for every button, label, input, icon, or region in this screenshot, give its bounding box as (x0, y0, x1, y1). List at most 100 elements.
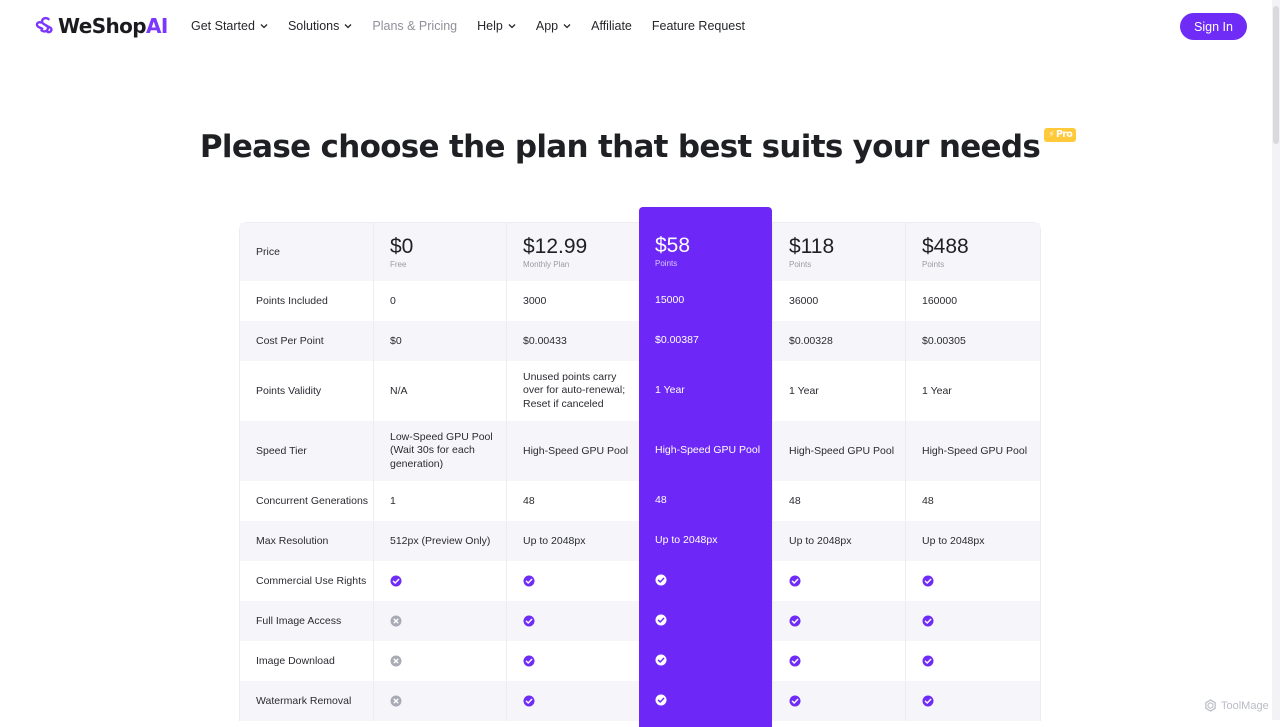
row-label-text: Speed Tier (256, 445, 307, 457)
row-label-text: Image Download (256, 655, 335, 667)
check-circle-icon (523, 615, 535, 627)
plan-price-subtitle: Points (789, 260, 812, 269)
page-title: Please choose the plan that best suits y… (199, 128, 1077, 166)
plan-value-cell: 15000 (639, 280, 772, 320)
plan-value-cell (639, 680, 772, 720)
check-circle-icon (655, 614, 667, 626)
check-circle-icon (789, 615, 801, 627)
nav-solutions[interactable]: Solutions (288, 19, 352, 33)
page-scrollbar[interactable] (1272, 0, 1280, 720)
row-label: Watermark Removal (240, 681, 373, 721)
plan-value-text: 1 (390, 495, 396, 507)
plan-price-subtitle: Monthly Plan (523, 260, 570, 269)
plan-value-text: $0.00387 (655, 334, 699, 346)
plan-price-cell: $118 Points (772, 223, 905, 281)
scrollbar-thumb[interactable] (1273, 6, 1279, 144)
check-circle-icon (922, 655, 934, 667)
plan-value-cell: N/A (373, 361, 506, 421)
nav-label: Feature Request (651, 19, 745, 33)
row-label-text: Points Included (256, 295, 328, 307)
plan-value-cell: 1 Year (639, 360, 772, 420)
row-label: Points Validity (240, 361, 373, 421)
plan-price: $118 (789, 235, 835, 258)
plan-value-cell: 160000 (905, 281, 1038, 321)
plan-value-text: 1 Year (789, 385, 819, 397)
nav-label: App (535, 19, 559, 33)
plan-value-cell: 48 (506, 481, 639, 521)
lightning-icon: ⚡ (1048, 130, 1055, 140)
nav-get-started[interactable]: Get Started (191, 19, 268, 33)
row-label: Concurrent Generations (240, 481, 373, 521)
row-label: Max Resolution (240, 521, 373, 561)
nav-help[interactable]: Help (477, 19, 516, 33)
plan-price: $58 (655, 234, 691, 257)
plan-value-text: 15000 (655, 294, 685, 306)
plan-value-cell: 36000 (772, 281, 905, 321)
plan-value-cell (373, 561, 506, 601)
row-label: Price (240, 223, 373, 281)
row-label-text: Price (256, 246, 280, 258)
plan-price: $0 (390, 235, 414, 258)
chevron-down-icon (260, 24, 268, 29)
plan-value-cell: 48 (772, 481, 905, 521)
nav-app[interactable]: App (536, 19, 571, 33)
plan-value-cell: Up to 2048px (905, 521, 1038, 561)
plan-value-cell: $0.00305 (905, 321, 1038, 361)
plan-value-cell: 1 Year (772, 361, 905, 421)
plan-value-cell: High-Speed GPU Pool (905, 421, 1038, 481)
row-label-text: Full Image Access (256, 615, 342, 627)
nav-label: Help (477, 19, 503, 33)
plan-value-cell: Up to 2048px (772, 521, 905, 561)
check-circle-icon (922, 575, 934, 587)
plan-value-cell (772, 681, 905, 721)
plan-value-cell (373, 601, 506, 641)
plan-value-cell: $0.00328 (772, 321, 905, 361)
plan-price-cell: $0 Free (373, 223, 506, 281)
chevron-down-icon (563, 24, 571, 29)
check-circle-icon (523, 695, 535, 707)
plan-value-cell (772, 561, 905, 601)
plan-value-cell: $0.00387 (639, 320, 772, 360)
plan-value-text: Up to 2048px (523, 535, 586, 547)
row-label-text: Commercial Use Rights (256, 575, 367, 587)
nav-affiliate[interactable]: Affiliate (591, 19, 632, 33)
plan-value-text: 1 Year (922, 385, 952, 397)
plan-price-cell: $58 Points (639, 222, 772, 280)
chevron-down-icon (344, 24, 352, 29)
plan-value-cell: Up to 2048px (639, 520, 772, 560)
plan-price-subtitle: Free (390, 260, 407, 269)
row-label: Speed Tier (240, 421, 373, 481)
page-title-text: Please choose the plan that best suits y… (199, 129, 1041, 165)
row-label: Cost Per Point (240, 321, 373, 361)
check-circle-icon (789, 655, 801, 667)
nav-label: Solutions (287, 19, 340, 33)
plan-value-cell (639, 640, 772, 680)
nav-plans-pricing[interactable]: Plans & Pricing (372, 19, 457, 33)
pro-badge: ⚡ Pro (1044, 128, 1077, 142)
plan-value-text: $0.00433 (523, 335, 567, 347)
plan-value-text: 48 (922, 495, 934, 507)
nav-feature-request[interactable]: Feature Request (652, 19, 745, 33)
plan-value-cell: 1 (373, 481, 506, 521)
plan-value-cell: Up to 2048px (506, 521, 639, 561)
plan-value-cell: High-Speed GPU Pool (772, 421, 905, 481)
plan-value-text: 1 Year (655, 384, 685, 396)
row-label-text: Cost Per Point (256, 335, 324, 347)
check-circle-icon (655, 694, 667, 706)
sign-in-button[interactable]: Sign In (1180, 13, 1247, 40)
plan-value-cell: 3000 (506, 281, 639, 321)
brand-logo[interactable]: WeShopAI (33, 14, 168, 38)
plan-value-cell (905, 641, 1038, 681)
row-label: Image Download (240, 641, 373, 681)
plan-value-text: High-Speed GPU Pool (922, 445, 1028, 457)
plan-value-text: 48 (523, 495, 535, 507)
weshop-logo-icon (35, 16, 53, 34)
chevron-down-icon (508, 24, 516, 29)
plan-value-text: 3000 (523, 295, 547, 307)
check-circle-icon (922, 615, 934, 627)
plan-value-text: $0.00328 (789, 335, 833, 347)
plan-value-text: 0 (390, 295, 396, 307)
plan-value-cell: 48 (639, 480, 772, 520)
plan-value-cell: $0.00433 (506, 321, 639, 361)
plan-value-text: N/A (390, 385, 408, 397)
